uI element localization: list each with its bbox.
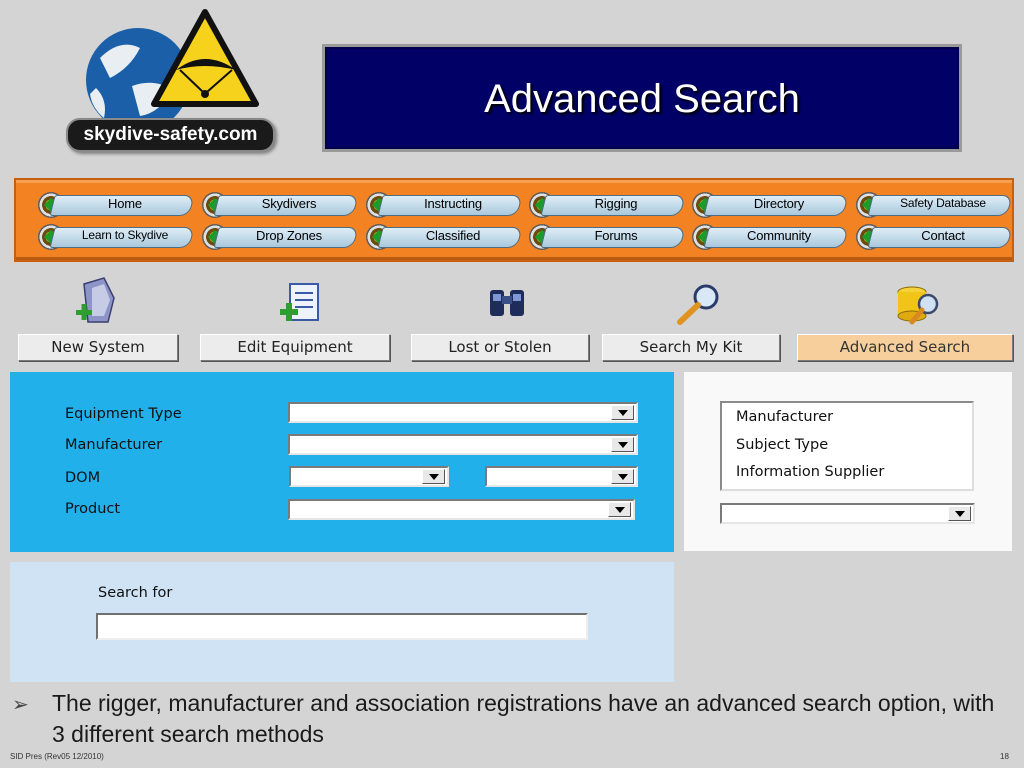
main-nav: Home Skydivers Instructing Rigging Direc…	[14, 178, 1014, 262]
binoculars-icon[interactable]	[486, 286, 530, 320]
chevron-down-icon[interactable]	[608, 502, 631, 517]
logo-text: skydive-safety.com	[66, 118, 275, 152]
equipment-type-select[interactable]	[288, 402, 638, 423]
dom-month-select[interactable]	[289, 466, 449, 487]
device-add-icon[interactable]	[74, 276, 122, 328]
advanced-search-button[interactable]: Advanced Search	[797, 334, 1013, 361]
search-method-select[interactable]	[720, 503, 975, 524]
chevron-down-icon[interactable]	[611, 437, 634, 452]
nav-item-classified[interactable]: Classified	[366, 224, 523, 250]
nav-label: Home	[108, 196, 142, 211]
search-input[interactable]	[96, 613, 588, 640]
nav-label: Skydivers	[261, 196, 317, 211]
nav-item-home[interactable]: Home	[38, 192, 195, 218]
search-my-kit-button[interactable]: Search My Kit	[602, 334, 780, 361]
nav-item-forums[interactable]: Forums	[529, 224, 686, 250]
search-panel: Search for	[10, 562, 674, 682]
dom-year-select[interactable]	[485, 466, 638, 487]
nav-item-directory[interactable]: Directory	[692, 192, 849, 218]
chevron-down-icon[interactable]	[948, 506, 971, 521]
new-system-button[interactable]: New System	[18, 334, 178, 361]
slide-number: 18	[1000, 752, 1009, 761]
chevron-down-icon[interactable]	[611, 469, 634, 484]
document-edit-icon[interactable]	[278, 282, 326, 326]
list-item[interactable]: Manufacturer	[736, 409, 833, 425]
list-item[interactable]: Subject Type	[736, 437, 828, 453]
nav-item-safety-database[interactable]: Safety Database	[856, 192, 1013, 218]
search-method-panel: Manufacturer Subject Type Information Su…	[684, 372, 1012, 551]
title-banner: Advanced Search	[322, 44, 962, 152]
search-for-label: Search for	[98, 585, 173, 601]
footer-revision: SID Pres (Rev05 12/2010)	[10, 752, 104, 761]
dom-label: DOM	[65, 470, 101, 486]
nav-label: Safety Database	[900, 196, 986, 210]
nav-item-skydivers[interactable]: Skydivers	[202, 192, 359, 218]
nav-item-rigging[interactable]: Rigging	[529, 192, 686, 218]
nav-label: Rigging	[594, 196, 638, 211]
edit-equipment-button[interactable]: Edit Equipment	[200, 334, 390, 361]
nav-label: Contact	[921, 228, 965, 243]
nav-item-contact[interactable]: Contact	[856, 224, 1013, 250]
product-select[interactable]	[288, 499, 635, 520]
chevron-down-icon[interactable]	[611, 405, 634, 420]
list-item[interactable]: Information Supplier	[736, 464, 884, 480]
manufacturer-label: Manufacturer	[65, 437, 163, 453]
lost-or-stolen-button[interactable]: Lost or Stolen	[411, 334, 589, 361]
nav-item-instructing[interactable]: Instructing	[366, 192, 523, 218]
nav-label: Classified	[425, 228, 481, 243]
nav-item-community[interactable]: Community	[692, 224, 849, 250]
search-method-list[interactable]: Manufacturer Subject Type Information Su…	[720, 401, 974, 491]
nav-label: Directory	[753, 196, 805, 211]
nav-item-learn-to-skydive[interactable]: Learn to Skydive	[38, 224, 195, 250]
database-search-icon[interactable]	[894, 284, 946, 326]
arrow-bullet-icon: ➢	[12, 694, 29, 716]
equipment-type-label: Equipment Type	[65, 406, 182, 422]
bullet-text: The rigger, manufacturer and association…	[52, 690, 995, 747]
nav-label: Drop Zones	[256, 228, 322, 243]
nav-label: Forums	[594, 228, 638, 243]
nav-label: Community	[747, 228, 811, 243]
filter-panel: Equipment Type Manufacturer DOM Product	[10, 372, 674, 552]
manufacturer-select[interactable]	[288, 434, 638, 455]
product-label: Product	[65, 501, 121, 517]
nav-label: Learn to Skydive	[81, 228, 169, 242]
nav-label: Instructing	[424, 196, 482, 211]
magnifier-icon[interactable]	[674, 282, 724, 326]
chevron-down-icon[interactable]	[422, 469, 445, 484]
nav-item-drop-zones[interactable]: Drop Zones	[202, 224, 359, 250]
page-title: Advanced Search	[484, 77, 800, 121]
